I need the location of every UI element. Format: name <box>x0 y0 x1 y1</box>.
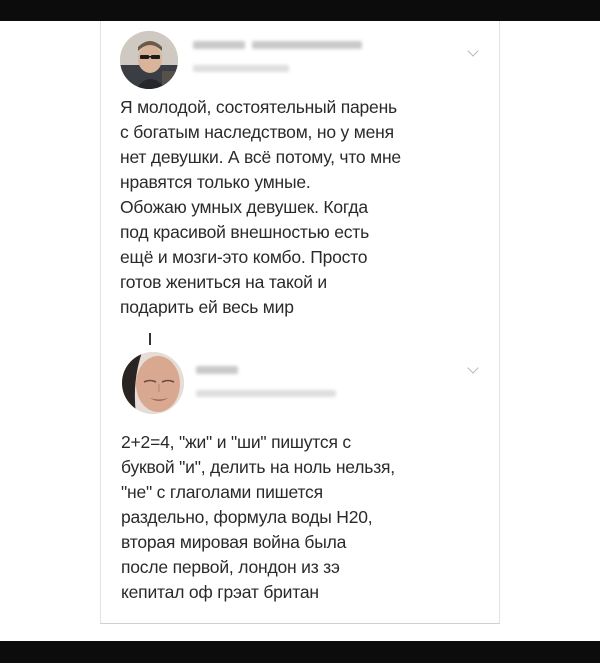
chevron-down-icon[interactable] <box>467 45 479 57</box>
redacted-display-name <box>196 366 238 374</box>
redacted-display-name-2 <box>252 41 362 49</box>
redacted-username <box>196 390 336 397</box>
woman-face-avatar-icon <box>122 352 184 414</box>
tweet-2-text: 2+2=4, "жи" и "ши" пишутся с буквой "и",… <box>121 432 395 602</box>
redacted-display-name <box>193 41 245 49</box>
redacted-username <box>193 65 289 72</box>
top-black-bar <box>0 0 600 21</box>
bottom-black-bar <box>0 641 600 663</box>
person-sunglasses-avatar-icon <box>120 31 178 89</box>
chevron-down-icon[interactable] <box>467 362 479 374</box>
tweet-thread-card: Я молодой, состоятельный парень с богаты… <box>100 21 500 624</box>
thread-connector-line <box>149 333 151 345</box>
avatar-woman[interactable] <box>122 352 184 414</box>
avatar-man-sunglasses[interactable] <box>120 31 178 89</box>
tweet-1-text: Я молодой, состоятельный парень с богаты… <box>120 97 401 317</box>
